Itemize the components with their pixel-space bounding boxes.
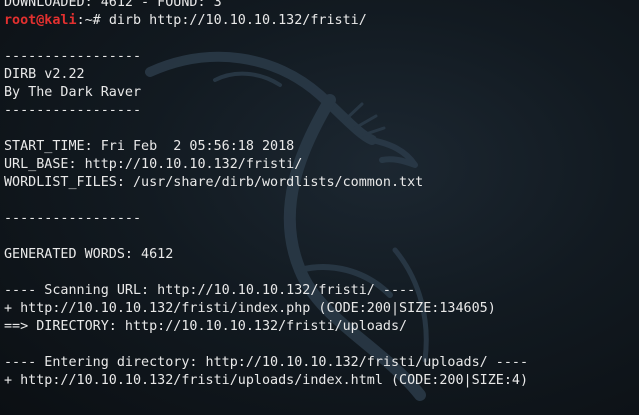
output-line: URL_BASE: http://10.10.10.132/fristi/ xyxy=(4,157,303,172)
output-line: ----------------- xyxy=(4,49,142,64)
terminal-window[interactable]: DOWNLOADED: 4612 - FOUND: 3 root@kali:~#… xyxy=(0,0,639,415)
prompt-user: root@kali xyxy=(4,13,77,28)
output-line: + http://10.10.10.132/fristi/uploads/ind… xyxy=(4,373,529,388)
output-line: WORDLIST_FILES: /usr/share/dirb/wordlist… xyxy=(4,175,424,190)
output-line: GENERATED WORDS: 4612 xyxy=(4,247,174,262)
terminal-output: DOWNLOADED: 4612 - FOUND: 3 root@kali:~#… xyxy=(4,0,639,390)
output-line: ---- Scanning URL: http://10.10.10.132/f… xyxy=(4,283,416,298)
output-line: By The Dark Raver xyxy=(4,85,142,100)
output-line: START_TIME: Fri Feb 2 05:56:18 2018 xyxy=(4,139,295,154)
output-line: ---- Entering directory: http://10.10.10… xyxy=(4,355,529,370)
command-text: dirb http://10.10.10.132/fristi/ xyxy=(108,13,367,28)
output-line: DIRB v2.22 xyxy=(4,67,85,82)
output-line: DOWNLOADED: 4612 - FOUND: 3 xyxy=(4,0,222,10)
prompt-suffix: :~# xyxy=(76,13,109,28)
output-line: ----------------- xyxy=(4,103,142,118)
output-line: + http://10.10.10.132/fristi/index.php (… xyxy=(4,301,496,316)
command-line[interactable]: root@kali:~# dirb http://10.10.10.132/fr… xyxy=(4,12,639,30)
output-line: ----------------- xyxy=(4,211,142,226)
output-line: ==> DIRECTORY: http://10.10.10.132/frist… xyxy=(4,319,408,334)
